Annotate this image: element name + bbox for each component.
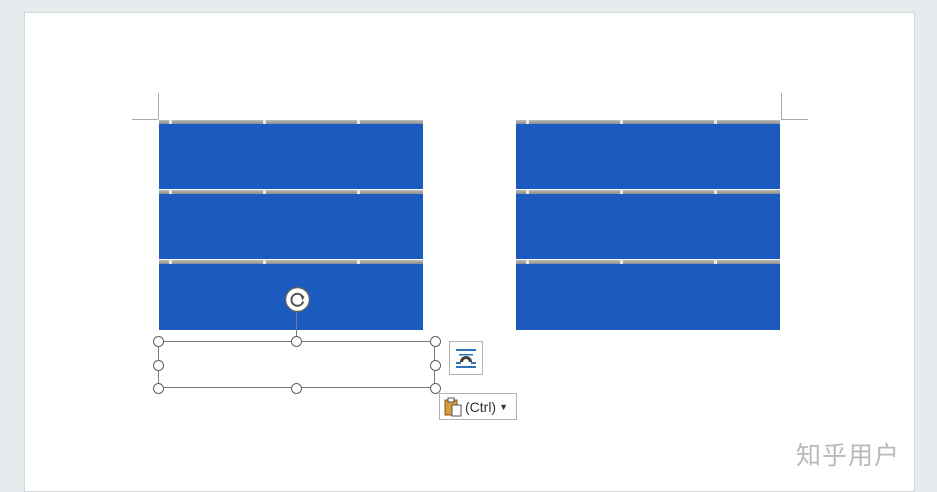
resize-handle-top-left[interactable] bbox=[153, 336, 164, 347]
right-bar-group[interactable] bbox=[516, 120, 780, 330]
resize-handle-bottom-center[interactable] bbox=[291, 383, 302, 394]
clipboard-icon bbox=[444, 397, 462, 416]
blue-bar[interactable] bbox=[159, 120, 423, 189]
document-page bbox=[24, 12, 915, 492]
layout-options-button[interactable] bbox=[449, 341, 483, 375]
resize-handle-top-right[interactable] bbox=[430, 336, 441, 347]
paste-options-label: (Ctrl) bbox=[465, 398, 497, 415]
resize-handle-bottom-left[interactable] bbox=[153, 383, 164, 394]
resize-handle-middle-right[interactable] bbox=[430, 360, 441, 371]
selected-text-box[interactable] bbox=[158, 341, 435, 388]
paste-options-button[interactable]: (Ctrl) ▼ bbox=[439, 393, 517, 420]
blue-bar[interactable] bbox=[516, 260, 780, 330]
rotate-icon[interactable] bbox=[284, 286, 311, 313]
watermark-text: 知乎用户 bbox=[796, 441, 901, 470]
layout-options-icon bbox=[456, 349, 476, 368]
chevron-down-icon: ▼ bbox=[499, 401, 509, 412]
blue-bar[interactable] bbox=[516, 190, 780, 259]
blue-bar[interactable] bbox=[516, 120, 780, 189]
resize-handle-middle-left[interactable] bbox=[153, 360, 164, 371]
resize-handle-top-center[interactable] bbox=[291, 336, 302, 347]
blue-bar[interactable] bbox=[159, 190, 423, 259]
